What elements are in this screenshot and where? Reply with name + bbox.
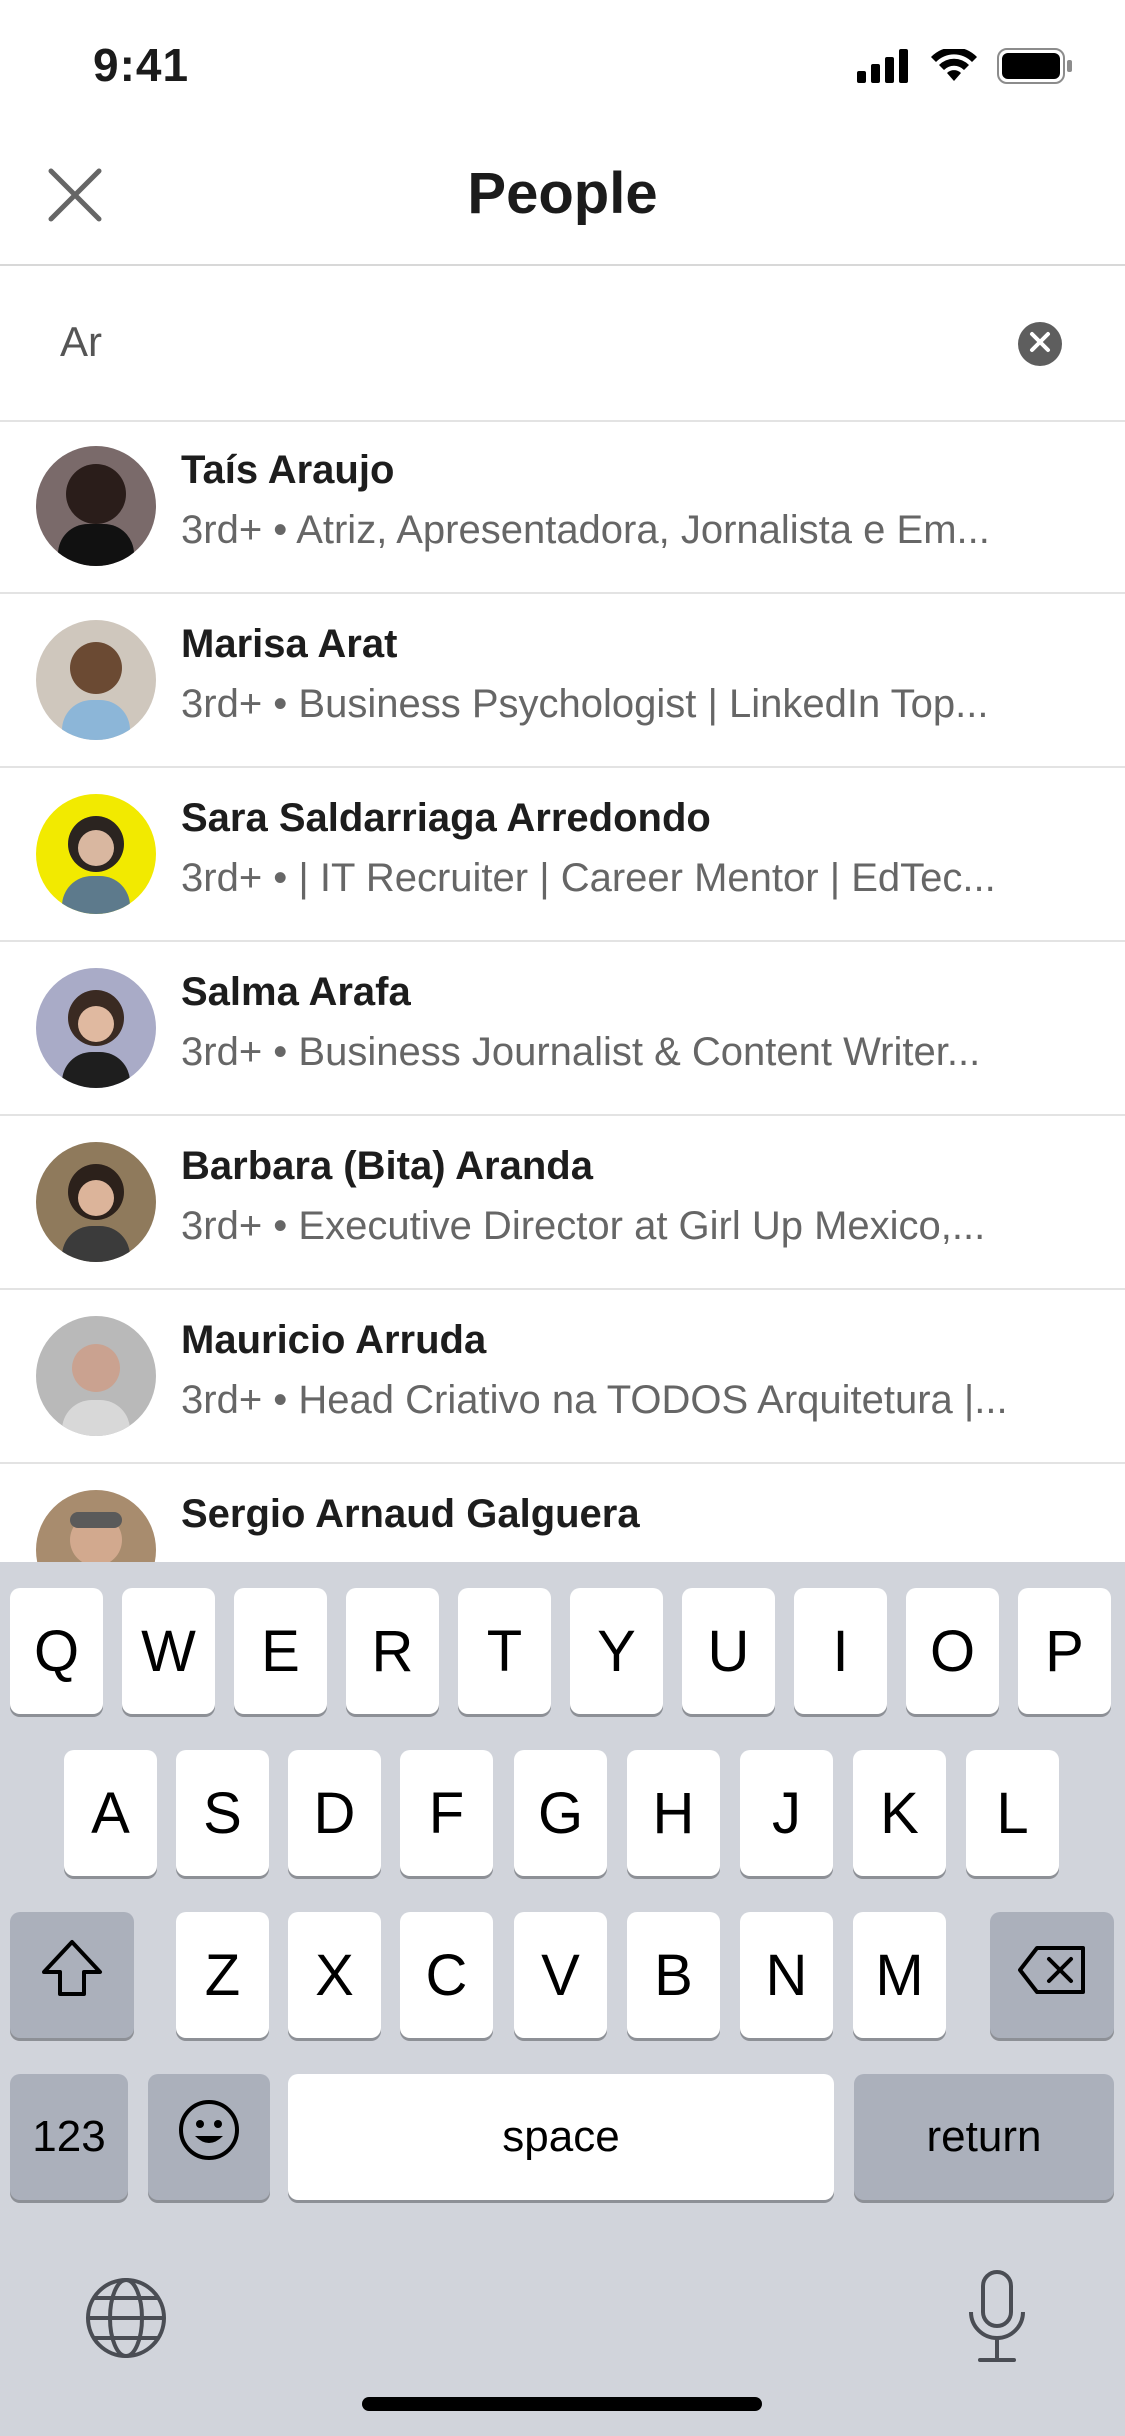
- list-item[interactable]: Sergio Arnaud Galguera: [0, 1464, 1125, 1562]
- list-item[interactable]: Sara Saldarriaga Arredondo 3rd+ • | IT R…: [0, 768, 1125, 942]
- wifi-icon: [931, 47, 977, 88]
- people-results-list: Taís Araujo 3rd+ • Atriz, Apresentadora,…: [0, 420, 1125, 1562]
- battery-icon: [997, 48, 1073, 89]
- person-name: Marisa Arat: [181, 622, 398, 666]
- list-item[interactable]: Taís Araujo 3rd+ • Atriz, Apresentadora,…: [0, 420, 1125, 594]
- person-subtitle: 3rd+ • Business Journalist & Content Wri…: [181, 1030, 981, 1074]
- page-title: People: [467, 161, 658, 226]
- key-y[interactable]: Y: [570, 1588, 663, 1714]
- keyboard: Q W E R T Y U I O P A S D F G H J K L Z …: [0, 1562, 1125, 2436]
- avatar: [36, 1490, 156, 1562]
- person-subtitle: 3rd+ • | IT Recruiter | Career Mentor | …: [181, 856, 996, 900]
- person-subtitle: 3rd+ • Executive Director at Girl Up Mex…: [181, 1204, 986, 1248]
- avatar: [36, 1142, 156, 1262]
- home-indicator: [362, 2397, 762, 2411]
- globe-icon: [84, 2278, 168, 2364]
- avatar: [36, 794, 156, 914]
- key-c[interactable]: C: [400, 1912, 493, 2038]
- key-z[interactable]: Z: [176, 1912, 269, 2038]
- dictation-button[interactable]: [966, 2268, 1028, 2368]
- key-d[interactable]: D: [288, 1750, 381, 1876]
- list-item[interactable]: Mauricio Arruda 3rd+ • Head Criativo na …: [0, 1290, 1125, 1464]
- person-name: Salma Arafa: [181, 970, 411, 1014]
- key-a[interactable]: A: [64, 1750, 157, 1876]
- key-v[interactable]: V: [514, 1912, 607, 2038]
- list-item[interactable]: Barbara (Bita) Aranda 3rd+ • Executive D…: [0, 1116, 1125, 1290]
- numbers-key[interactable]: 123: [10, 2074, 128, 2200]
- status-icons: [857, 47, 1073, 89]
- key-x[interactable]: X: [288, 1912, 381, 2038]
- key-k[interactable]: K: [853, 1750, 946, 1876]
- person-name: Sara Saldarriaga Arredondo: [181, 796, 711, 840]
- key-o[interactable]: O: [906, 1588, 999, 1714]
- key-g[interactable]: G: [514, 1750, 607, 1876]
- key-n[interactable]: N: [740, 1912, 833, 2038]
- space-key[interactable]: space: [288, 2074, 834, 2200]
- list-item[interactable]: Marisa Arat 3rd+ • Business Psychologist…: [0, 594, 1125, 768]
- person-subtitle: 3rd+ • Atriz, Apresentadora, Jornalista …: [181, 508, 990, 552]
- key-w[interactable]: W: [122, 1588, 215, 1714]
- key-f[interactable]: F: [400, 1750, 493, 1876]
- header: People: [0, 140, 1125, 266]
- key-b[interactable]: B: [627, 1912, 720, 2038]
- person-name: Barbara (Bita) Aranda: [181, 1144, 593, 1188]
- search-input[interactable]: [60, 312, 960, 372]
- key-m[interactable]: M: [853, 1912, 946, 2038]
- key-u[interactable]: U: [682, 1588, 775, 1714]
- key-t[interactable]: T: [458, 1588, 551, 1714]
- key-h[interactable]: H: [627, 1750, 720, 1876]
- person-subtitle: 3rd+ • Business Psychologist | LinkedIn …: [181, 682, 989, 726]
- status-time: 9:41: [93, 39, 190, 91]
- shift-key[interactable]: [10, 1912, 134, 2038]
- backspace-icon: [1017, 1942, 1087, 2009]
- key-i[interactable]: I: [794, 1588, 887, 1714]
- key-p[interactable]: P: [1018, 1588, 1111, 1714]
- avatar: [36, 446, 156, 566]
- key-s[interactable]: S: [176, 1750, 269, 1876]
- key-l[interactable]: L: [966, 1750, 1059, 1876]
- person-subtitle: 3rd+ • Head Criativo na TODOS Arquitetur…: [181, 1378, 1008, 1422]
- key-e[interactable]: E: [234, 1588, 327, 1714]
- globe-button[interactable]: [84, 2276, 168, 2360]
- key-r[interactable]: R: [346, 1588, 439, 1714]
- cellular-signal-icon: [857, 49, 911, 88]
- person-name: Sergio Arnaud Galguera: [181, 1492, 640, 1536]
- search-bar: [0, 266, 1125, 422]
- microphone-icon: [966, 2270, 1028, 2372]
- person-name: Taís Araujo: [181, 448, 395, 492]
- clear-icon: [1029, 331, 1051, 358]
- clear-search-button[interactable]: [1018, 322, 1062, 366]
- status-bar: 9:41: [0, 0, 1125, 140]
- avatar: [36, 1316, 156, 1436]
- list-item[interactable]: Salma Arafa 3rd+ • Business Journalist &…: [0, 942, 1125, 1116]
- avatar: [36, 620, 156, 740]
- emoji-key[interactable]: [148, 2074, 270, 2200]
- return-key[interactable]: return: [854, 2074, 1114, 2200]
- key-j[interactable]: J: [740, 1750, 833, 1876]
- shift-icon: [40, 1938, 104, 2012]
- person-name: Mauricio Arruda: [181, 1318, 487, 1362]
- emoji-icon: [177, 2098, 241, 2176]
- avatar: [36, 968, 156, 1088]
- backspace-key[interactable]: [990, 1912, 1114, 2038]
- key-q[interactable]: Q: [10, 1588, 103, 1714]
